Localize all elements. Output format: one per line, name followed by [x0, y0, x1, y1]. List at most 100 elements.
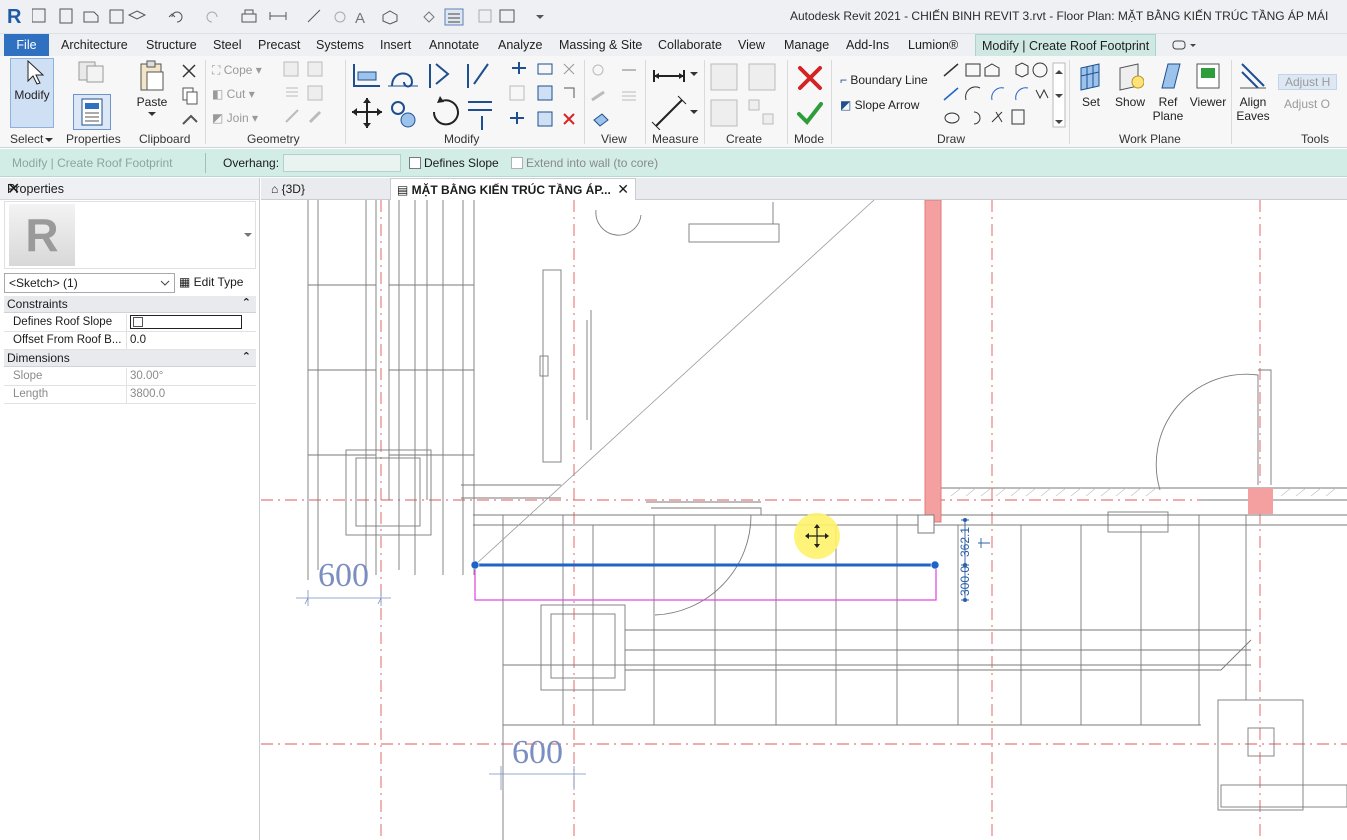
tab-lumion[interactable]: Lumion®	[902, 34, 964, 56]
measure-tools-icons[interactable]	[650, 60, 702, 130]
draw-shape-icons[interactable]	[940, 60, 1070, 130]
cancel-edit-mode-icon[interactable]	[796, 64, 824, 92]
separator	[584, 60, 585, 144]
dimension-600-b[interactable]: 600	[512, 734, 563, 771]
adjust-height-button[interactable]: Adjust H	[1278, 74, 1338, 90]
tab-file[interactable]: File	[4, 34, 49, 56]
view-tab-floor-plan[interactable]: ▤ MẶT BẰNG KIẾN TRÚC TẦNG ÁP... ✕	[390, 178, 636, 200]
revit-logo[interactable]: R	[7, 6, 21, 29]
show-work-plane-button[interactable]: Show	[1112, 60, 1148, 109]
tab-precast[interactable]: Precast	[252, 34, 306, 56]
viewer-label: Viewer	[1189, 95, 1227, 109]
edit-type-button[interactable]: ▦ Edit Type	[179, 273, 256, 293]
tab-collaborate[interactable]: Collaborate	[652, 34, 728, 56]
separator	[205, 60, 206, 144]
cut-button[interactable]: ◧ Cut ▾	[212, 87, 255, 101]
extend-into-wall-checkbox[interactable]	[511, 157, 523, 169]
drawing-canvas[interactable]: 362.1 300.0 600 600	[261, 200, 1347, 840]
tab-systems[interactable]: Systems	[310, 34, 370, 56]
tab-analyze[interactable]: Analyze	[492, 34, 548, 56]
draw-gallery-scroll-icon[interactable]	[1052, 62, 1066, 128]
select-dropdown-icon[interactable]	[44, 136, 54, 144]
defines-slope-checkbox[interactable]	[409, 157, 421, 169]
properties-button[interactable]	[73, 94, 111, 130]
dimensions-group[interactable]: Dimensions ⌃	[4, 350, 256, 367]
dimension-362[interactable]: 362.1	[958, 527, 972, 557]
viewer-button[interactable]: Viewer	[1188, 60, 1228, 109]
overhang-input[interactable]	[283, 154, 401, 172]
collapse-icon: ⌃	[241, 297, 251, 309]
ribbon-minimize-icon[interactable]	[1172, 39, 1200, 51]
view-tools-icons[interactable]	[588, 60, 642, 130]
property-row: Length 3800.0	[4, 386, 256, 404]
constraints-group[interactable]: Constraints ⌃	[4, 296, 256, 313]
dimensions-label: Dimensions	[7, 351, 70, 365]
separator	[1231, 60, 1232, 144]
paste-button[interactable]: Paste	[134, 60, 170, 126]
property-key: Defines Roof Slope	[13, 316, 113, 328]
cut-icon: ◧	[212, 87, 227, 101]
cursor-arrow-icon	[27, 59, 44, 85]
slope-arrow-button[interactable]: ◩ Slope Arrow	[840, 98, 919, 112]
view-tab-label: {3D}	[281, 182, 305, 196]
dimension-600-a[interactable]: 600	[318, 557, 369, 594]
tab-steel[interactable]: Steel	[207, 34, 248, 56]
tab-massing-site[interactable]: Massing & Site	[553, 34, 648, 56]
tab-structure[interactable]: Structure	[140, 34, 203, 56]
separator	[645, 60, 646, 144]
type-properties-icon[interactable]	[77, 60, 107, 84]
boundary-line-button[interactable]: ⌐ Boundary Line	[840, 73, 928, 87]
tab-view[interactable]: View	[732, 34, 771, 56]
ref-plane-icon	[1161, 63, 1181, 89]
align-eaves-button[interactable]: Align Eaves	[1234, 60, 1272, 123]
defines-slope-label: Defines Slope	[424, 156, 499, 170]
modify-label: Modify	[14, 88, 50, 102]
properties-panel-label: Properties	[66, 132, 121, 146]
clipboard-small-icons[interactable]	[180, 62, 200, 132]
dimension-300[interactable]: 300.0	[958, 566, 972, 596]
revit-window: R A Autodesk Revit 2021 - CHIẾN BINH REV…	[0, 0, 1347, 840]
property-row: Slope 30.00°	[4, 368, 256, 386]
3d-view-icon: ⌂	[271, 182, 282, 196]
show-plane-icon	[1119, 63, 1144, 91]
set-work-plane-button[interactable]: Set	[1074, 60, 1108, 109]
ribbon-tabs: File Architecture Structure Steel Precas…	[0, 34, 1347, 56]
type-selector-preview[interactable]: R	[4, 201, 256, 269]
geometry-panel-label: Geometry	[247, 132, 300, 146]
paste-label: Paste	[136, 95, 168, 109]
set-label: Set	[1081, 95, 1100, 109]
tab-manage[interactable]: Manage	[778, 34, 835, 56]
defines-roof-slope-checkbox[interactable]	[133, 317, 143, 327]
modify-tools-icons[interactable]	[350, 60, 588, 132]
close-icon[interactable]: ✕	[617, 181, 629, 198]
close-icon[interactable]: ✕	[7, 179, 253, 199]
instance-filter-select[interactable]: <Sketch> (1)	[4, 273, 175, 293]
view-tab-3d[interactable]: ⌂ {3D}	[265, 178, 311, 200]
property-value[interactable]: 0.0	[126, 332, 244, 349]
join-button[interactable]: ◩ Join ▾	[212, 111, 258, 125]
tab-insert[interactable]: Insert	[374, 34, 417, 56]
create-tools-icons[interactable]	[707, 60, 783, 130]
property-row: Offset From Roof B... 0.0	[4, 332, 256, 350]
edit-type-icon: ▦	[179, 275, 194, 289]
defines-roof-slope-field[interactable]	[130, 315, 242, 329]
cope-button[interactable]: ⛶ Cope ▾	[212, 63, 262, 78]
modify-button[interactable]: Modify	[10, 58, 54, 128]
geometry-small-icons[interactable]	[282, 60, 342, 128]
cope-icon: ⛶	[212, 63, 224, 77]
finish-edit-mode-icon[interactable]	[796, 100, 824, 126]
tab-architecture[interactable]: Architecture	[55, 34, 134, 56]
separator	[704, 60, 705, 144]
floor-plan-drawing[interactable]: 362.1 300.0 600 600	[261, 200, 1347, 840]
tab-modify-create-roof-footprint[interactable]: Modify | Create Roof Footprint	[975, 34, 1157, 56]
select-panel-label[interactable]: Select	[10, 132, 43, 146]
paste-clipboard-icon	[140, 60, 164, 91]
property-value[interactable]	[126, 314, 244, 331]
property-key: Length	[13, 388, 49, 400]
tab-annotate[interactable]: Annotate	[423, 34, 485, 56]
adjust-overhang-button[interactable]: Adjust O	[1284, 97, 1330, 111]
ref-plane-button[interactable]: Ref Plane	[1150, 60, 1186, 123]
tab-add-ins[interactable]: Add-Ins	[840, 34, 895, 56]
quick-access-icons[interactable]: A	[32, 8, 552, 26]
tools-panel-label: Tools	[1301, 132, 1330, 146]
